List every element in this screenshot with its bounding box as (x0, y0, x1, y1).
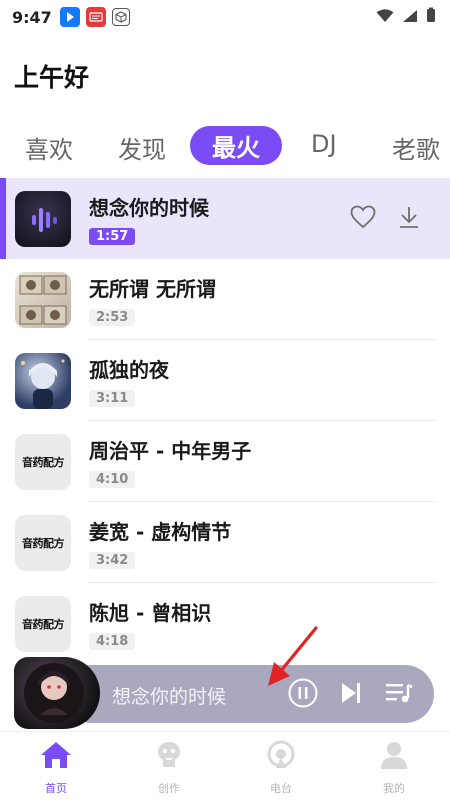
song-info: 周治平 - 中年男子 4:10 (89, 435, 251, 488)
player-song-title: 想念你的时候 (112, 686, 227, 708)
status-time: 9:47 (12, 7, 52, 27)
home-icon (39, 740, 73, 774)
nav-label: 首页 (45, 782, 67, 795)
song-title: 陈旭 - 曾相识 (89, 601, 212, 625)
waveform-cover (15, 190, 71, 247)
category-tabs: 喜欢 发现 最火 DJ 老歌 (0, 126, 450, 170)
tab-dj[interactable]: DJ (311, 130, 337, 158)
song-info: 孤独的夜 3:11 (89, 354, 169, 407)
bottom-nav: 首页 创作 电台 我的 (0, 731, 450, 800)
nav-label: 电台 (270, 782, 292, 795)
song-title: 孤独的夜 (89, 358, 169, 382)
status-bar: 9:47 (0, 0, 450, 34)
tab-like[interactable]: 喜欢 (25, 130, 73, 165)
song-title: 姜宽 - 虚构情节 (89, 520, 232, 544)
tab-discover[interactable]: 发现 (118, 130, 166, 165)
song-duration: 3:42 (89, 552, 136, 569)
anime-cover (15, 352, 71, 409)
brand-cover-text: 音药配方 (22, 617, 65, 631)
heart-icon[interactable] (350, 205, 376, 233)
player-cover[interactable] (14, 657, 100, 729)
nav-profile[interactable]: 我的 (354, 740, 434, 796)
pause-icon[interactable] (288, 678, 318, 712)
news-app-icon (85, 7, 106, 27)
list-item[interactable]: 孤独的夜 3:11 (0, 340, 450, 421)
nav-create[interactable]: 创作 (129, 740, 209, 796)
row-actions (350, 205, 420, 233)
list-item[interactable]: 音药配方 周治平 - 中年男子 4:10 (0, 421, 450, 502)
song-list: 想念你的时候 1:57 无所谓 无所谓 2:53 孤独的夜 3:11 音药配方 … (0, 178, 450, 664)
box-app-icon (111, 8, 130, 26)
radio-icon (265, 740, 297, 774)
next-icon[interactable] (338, 680, 364, 710)
nav-label: 我的 (383, 782, 405, 795)
list-item[interactable]: 想念你的时候 1:57 (0, 178, 450, 259)
list-item[interactable]: 无所谓 无所谓 2:53 (0, 259, 450, 340)
create-icon (154, 740, 184, 774)
song-duration: 4:10 (89, 471, 136, 488)
player-controls (288, 678, 414, 712)
tab-hottest[interactable]: 最火 (190, 126, 282, 165)
nav-radio[interactable]: 电台 (241, 740, 321, 796)
playlist-icon[interactable] (384, 680, 414, 710)
comic-cover (15, 271, 71, 328)
nav-label: 创作 (158, 782, 180, 795)
song-info: 陈旭 - 曾相识 4:18 (89, 597, 211, 650)
song-title: 无所谓 无所谓 (89, 277, 216, 301)
battery-icon (426, 7, 436, 27)
signal-icon (402, 8, 418, 27)
song-duration: 4:18 (89, 633, 136, 650)
notification-icons (59, 7, 130, 27)
brand-cover-text: 音药配方 (22, 455, 65, 469)
song-info: 姜宽 - 虚构情节 3:42 (89, 516, 231, 569)
song-info: 想念你的时候 1:57 (89, 192, 209, 245)
wifi-icon (376, 8, 394, 27)
list-item[interactable]: 音药配方 姜宽 - 虚构情节 3:42 (0, 502, 450, 583)
brand-cover: 音药配方 (15, 514, 71, 571)
play-app-icon (59, 7, 80, 27)
song-title: 周治平 - 中年男子 (89, 439, 252, 463)
download-icon[interactable] (398, 205, 420, 233)
brand-cover-text: 音药配方 (22, 536, 65, 550)
brand-cover: 音药配方 (15, 433, 71, 490)
song-info: 无所谓 无所谓 2:53 (89, 273, 216, 326)
greeting-title: 上午好 (14, 63, 90, 92)
system-icons (376, 7, 436, 27)
list-item[interactable]: 音药配方 陈旭 - 曾相识 4:18 (0, 583, 450, 664)
song-duration: 3:11 (89, 390, 136, 407)
mini-player[interactable]: 想念你的时候 (14, 657, 434, 729)
brand-cover: 音药配方 (15, 595, 71, 652)
song-title: 想念你的时候 (89, 196, 209, 220)
profile-icon (379, 740, 409, 774)
nav-home[interactable]: 首页 (16, 740, 96, 796)
song-duration: 2:53 (89, 309, 136, 326)
tab-oldies[interactable]: 老歌 (392, 130, 440, 165)
song-duration: 1:57 (89, 228, 136, 245)
